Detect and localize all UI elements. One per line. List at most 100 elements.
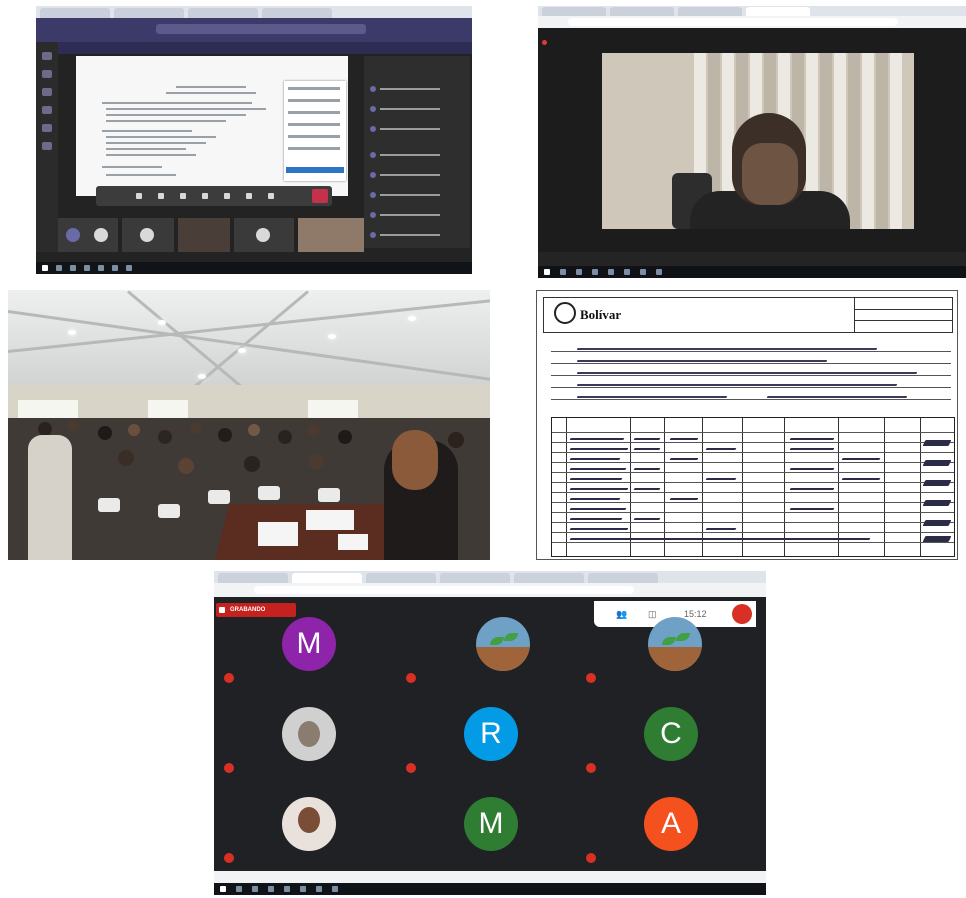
handwritten-text [576, 384, 898, 386]
activity-icon[interactable] [42, 52, 52, 60]
browser-tab[interactable] [114, 8, 184, 18]
ceiling-light [408, 316, 416, 321]
taskbar-app-icon[interactable] [608, 269, 614, 275]
participant-row[interactable] [370, 86, 464, 92]
participants-icon[interactable] [268, 193, 274, 199]
menu-item[interactable] [288, 111, 340, 114]
participant-name [380, 174, 440, 176]
camera-icon[interactable] [136, 193, 142, 199]
taskbar-app-icon[interactable] [576, 269, 582, 275]
taskbar-app-icon[interactable] [56, 265, 62, 271]
start-icon[interactable] [42, 265, 48, 271]
teams-icon[interactable] [42, 88, 52, 96]
person-face [742, 143, 798, 205]
participant-row[interactable] [370, 212, 464, 218]
video-tile[interactable] [178, 218, 230, 252]
start-icon[interactable] [544, 269, 550, 275]
paper-sheet [338, 534, 368, 550]
participant-name [380, 108, 440, 110]
doc-text-line [166, 92, 256, 94]
taskbar-app-icon[interactable] [656, 269, 662, 275]
doc-text-line [102, 130, 192, 132]
avatar [370, 172, 376, 178]
browser-tab[interactable] [188, 8, 258, 18]
browser-tab-active[interactable] [746, 7, 810, 16]
leave-call-button[interactable] [732, 604, 752, 624]
taskbar-app-icon[interactable] [332, 886, 338, 892]
start-icon[interactable] [220, 886, 226, 892]
browser-tab[interactable] [366, 573, 436, 583]
participant-row[interactable] [370, 232, 464, 238]
url-input[interactable] [568, 18, 898, 26]
taskbar-app-icon[interactable] [284, 886, 290, 892]
taskbar-app-icon[interactable] [112, 265, 118, 271]
browser-tab[interactable] [542, 7, 606, 16]
menu-item[interactable] [288, 99, 340, 102]
participant-row[interactable] [370, 126, 464, 132]
participant-row[interactable] [370, 192, 464, 198]
audience-photo [8, 290, 490, 560]
participants-icon[interactable]: 👥 [616, 609, 627, 620]
calls-icon[interactable] [42, 124, 52, 132]
participant-row[interactable] [370, 106, 464, 112]
taskbar-app-icon[interactable] [592, 269, 598, 275]
mic-muted-icon [406, 763, 416, 773]
participant-name [380, 154, 440, 156]
browser-tab[interactable] [218, 573, 288, 583]
browser-tab[interactable] [588, 573, 658, 583]
files-icon[interactable] [42, 142, 52, 150]
taskbar-app-icon[interactable] [252, 886, 258, 892]
microphone-icon[interactable] [158, 193, 164, 199]
hang-up-button[interactable] [312, 189, 328, 203]
raise-hand-icon[interactable] [224, 193, 230, 199]
taskbar-app-icon[interactable] [300, 886, 306, 892]
calendar-icon[interactable] [42, 106, 52, 114]
browser-tab[interactable] [440, 573, 510, 583]
taskbar-app-icon[interactable] [316, 886, 322, 892]
video-tile[interactable] [122, 218, 174, 252]
taskbar-app-icon[interactable] [236, 886, 242, 892]
share-icon[interactable] [180, 193, 186, 199]
taskbar-app-icon[interactable] [560, 269, 566, 275]
browser-tab[interactable] [262, 8, 332, 18]
video-tile[interactable] [58, 218, 118, 252]
browser-tab[interactable] [514, 573, 584, 583]
chat-icon[interactable]: ◫ [648, 609, 657, 620]
chat-icon[interactable] [246, 193, 252, 199]
taskbar-app-icon[interactable] [84, 265, 90, 271]
browser-tab[interactable] [40, 8, 110, 18]
taskbar-app-icon[interactable] [98, 265, 104, 271]
recording-badge: GRABANDO [216, 603, 296, 617]
mic-muted-icon [406, 673, 416, 683]
avatar [370, 152, 376, 158]
menu-item[interactable] [288, 123, 340, 126]
chat-icon[interactable] [42, 70, 52, 78]
menu-item-selected[interactable] [286, 167, 344, 173]
browser-tab[interactable] [610, 7, 674, 16]
menu-item[interactable] [288, 147, 340, 150]
menu-item[interactable] [288, 135, 340, 138]
more-icon[interactable] [202, 193, 208, 199]
context-menu [284, 81, 346, 181]
video-tile[interactable] [234, 218, 294, 252]
video-tile[interactable] [298, 218, 364, 252]
url-input[interactable] [254, 586, 634, 594]
taskbar-app-icon[interactable] [70, 265, 76, 271]
person-face [298, 721, 320, 747]
participant-avatar [282, 707, 336, 761]
participant-row[interactable] [370, 172, 464, 178]
taskbar-app-icon[interactable] [268, 886, 274, 892]
woman-hair [392, 430, 438, 490]
handwritten-text [576, 372, 918, 374]
menu-item[interactable] [288, 87, 340, 90]
ceiling-light [198, 374, 206, 379]
participant-row[interactable] [370, 152, 464, 158]
taskbar-app-icon[interactable] [126, 265, 132, 271]
browser-tab[interactable] [678, 7, 742, 16]
taskbar-app-icon[interactable] [624, 269, 630, 275]
browser-tab-active[interactable] [292, 573, 362, 583]
participant-avatar: C [644, 707, 698, 761]
taskbar-app-icon[interactable] [640, 269, 646, 275]
search-input[interactable] [156, 24, 366, 34]
participant-name [380, 214, 440, 216]
